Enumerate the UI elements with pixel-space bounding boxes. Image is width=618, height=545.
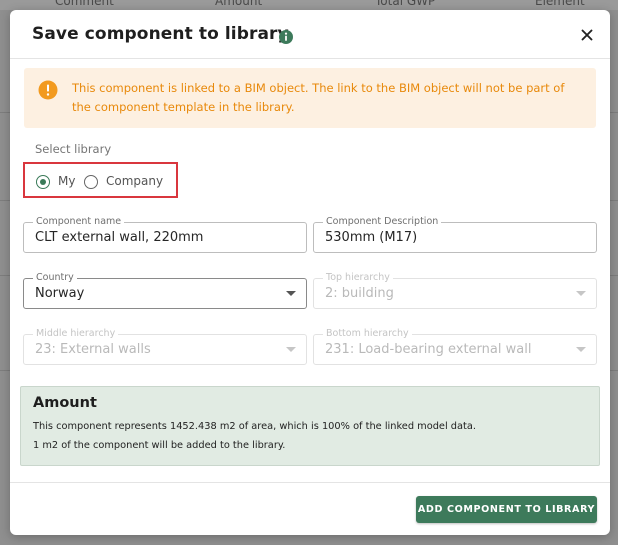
radio-company-label[interactable]: Company bbox=[106, 174, 163, 188]
footer-divider bbox=[10, 482, 610, 483]
amount-title: Amount bbox=[33, 395, 97, 411]
middle-hierarchy-select: Middle hierarchy 23: External walls bbox=[23, 328, 307, 365]
chevron-down-icon bbox=[576, 291, 586, 296]
library-radio-group: My Company bbox=[23, 162, 178, 198]
component-name-value[interactable]: CLT external wall, 220mm bbox=[35, 230, 203, 245]
component-name-label: Component name bbox=[33, 216, 125, 228]
dialog-title: Save component to library bbox=[32, 24, 289, 44]
radio-my-label[interactable]: My bbox=[58, 174, 75, 188]
middle-hierarchy-value: 23: External walls bbox=[35, 342, 151, 357]
close-icon[interactable] bbox=[578, 26, 596, 44]
background-column-comment: Comment bbox=[55, 0, 114, 8]
warning-text: This component is linked to a BIM object… bbox=[72, 81, 565, 114]
country-label: Country bbox=[33, 272, 77, 284]
add-component-to-library-button[interactable]: ADD COMPONENT TO LIBRARY bbox=[416, 496, 597, 523]
background-column-element: Element bbox=[535, 0, 585, 8]
background-column-total-gwp: Total GWP bbox=[375, 0, 436, 8]
top-hierarchy-select: Top hierarchy 2: building bbox=[313, 272, 597, 309]
country-select[interactable]: Country Norway bbox=[23, 272, 307, 309]
chevron-down-icon bbox=[576, 347, 586, 352]
country-value[interactable]: Norway bbox=[35, 286, 84, 301]
select-library-label: Select library bbox=[35, 142, 112, 156]
component-description-field[interactable]: Component Description 530mm (M17) bbox=[313, 216, 597, 253]
bottom-hierarchy-label: Bottom hierarchy bbox=[323, 328, 412, 340]
component-name-field[interactable]: Component name CLT external wall, 220mm bbox=[23, 216, 307, 253]
top-hierarchy-value: 2: building bbox=[325, 286, 394, 301]
chevron-down-icon[interactable] bbox=[286, 291, 296, 296]
amount-unit-text: 1 m2 of the component will be added to t… bbox=[33, 440, 286, 451]
radio-my[interactable] bbox=[36, 175, 50, 189]
bottom-hierarchy-value: 231: Load-bearing external wall bbox=[325, 342, 532, 357]
warning-icon bbox=[38, 80, 58, 100]
radio-company[interactable] bbox=[84, 175, 98, 189]
save-component-dialog: Save component to library This component… bbox=[10, 10, 610, 535]
amount-summary: Amount This component represents 1452.43… bbox=[20, 386, 600, 466]
header-divider bbox=[10, 58, 610, 59]
chevron-down-icon bbox=[286, 347, 296, 352]
component-description-value[interactable]: 530mm (M17) bbox=[325, 230, 417, 245]
background-column-amount: Amount bbox=[215, 0, 263, 8]
info-icon[interactable] bbox=[278, 29, 294, 45]
bottom-hierarchy-select: Bottom hierarchy 231: Load-bearing exter… bbox=[313, 328, 597, 365]
bim-link-warning: This component is linked to a BIM object… bbox=[24, 68, 596, 128]
top-hierarchy-label: Top hierarchy bbox=[323, 272, 393, 284]
middle-hierarchy-label: Middle hierarchy bbox=[33, 328, 119, 340]
amount-area-text: This component represents 1452.438 m2 of… bbox=[33, 421, 476, 432]
component-description-label: Component Description bbox=[323, 216, 442, 228]
